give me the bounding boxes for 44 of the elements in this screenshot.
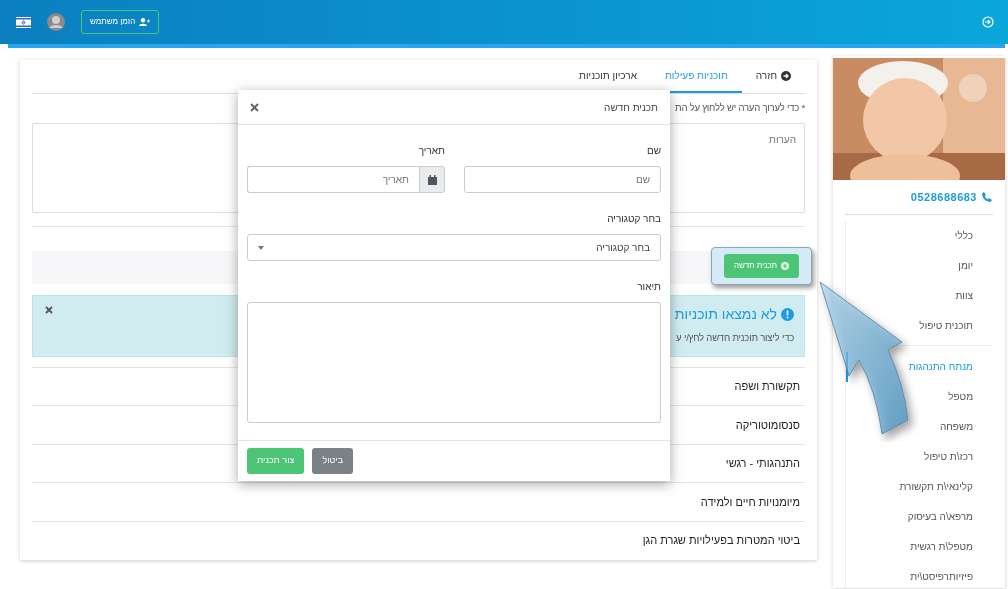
date-field[interactable]: תאריך: [247, 166, 419, 194]
sidebar-item[interactable]: צוות: [846, 280, 993, 311]
field-label: תיאור: [636, 280, 661, 295]
field-label: שם: [645, 144, 661, 159]
plus-circle-icon: [781, 261, 790, 270]
arrow-right-icon: [781, 70, 791, 81]
field-label: תאריך: [417, 144, 445, 159]
field-label: בחר קטגוריה: [606, 212, 661, 227]
section-title[interactable]: ביטוי המטרות בפעילויות שגרת הגן: [642, 532, 800, 549]
section-title[interactable]: סנסומוטוריקה: [735, 416, 800, 434]
flag-icon[interactable]: [16, 16, 31, 28]
back-tab[interactable]: חזרה: [741, 60, 805, 93]
sidebar-item[interactable]: משפחה: [846, 411, 993, 442]
name-field[interactable]: שם: [464, 166, 661, 194]
alert-text: כדי ליצור תוכנית חדשה לחץ/י ע: [676, 330, 794, 345]
sidebar-item[interactable]: רכז\ת טיפול: [846, 441, 993, 472]
exit-icon[interactable]: [982, 16, 994, 28]
section-title[interactable]: תקשורת ושפה: [734, 378, 800, 395]
edit-note-text: * כדי לערוך הערה יש ללחוץ על הת: [675, 101, 805, 115]
calendar-addon[interactable]: [419, 166, 445, 194]
description-field[interactable]: [247, 302, 661, 424]
sidebar-item[interactable]: קלינאי\ת תקשורת: [846, 471, 993, 502]
sidebar-item[interactable]: פיזיותרפיסט\ית: [846, 561, 993, 588]
cancel-button[interactable]: ביטול: [312, 448, 354, 474]
section-title[interactable]: מיומנויות חיים ולמידה: [700, 493, 800, 511]
section-title[interactable]: התנהגותי - רגשי: [725, 455, 800, 472]
sidebar-item[interactable]: כללי: [846, 220, 993, 251]
dialog-title: תכנית חדשה: [604, 100, 658, 115]
sidebar-item[interactable]: מטפל\ת רגשית: [846, 531, 993, 562]
avatar-icon[interactable]: [47, 13, 65, 31]
sidebar-item[interactable]: יומן: [846, 250, 993, 281]
sidebar-item[interactable]: תוכנית טיפול: [846, 310, 993, 341]
phone-icon[interactable]: [981, 191, 993, 204]
calendar-icon: [427, 174, 437, 185]
exclamation-icon: [781, 307, 794, 321]
close-icon[interactable]: [250, 102, 259, 112]
tab[interactable]: ארכיון תוכניות: [565, 60, 651, 93]
sidebar-item[interactable]: מרפא\ה בעיסוק: [846, 501, 993, 532]
sidebar-item[interactable]: מטפל: [846, 381, 993, 412]
alert-title: לא נמצאו תוכניות: [674, 304, 777, 324]
close-icon[interactable]: [45, 305, 53, 314]
user-plus-icon: [139, 18, 151, 26]
category-select[interactable]: בחר קטגוריה: [247, 234, 661, 262]
invite-user-button[interactable]: הזמן משתמש: [81, 10, 160, 34]
